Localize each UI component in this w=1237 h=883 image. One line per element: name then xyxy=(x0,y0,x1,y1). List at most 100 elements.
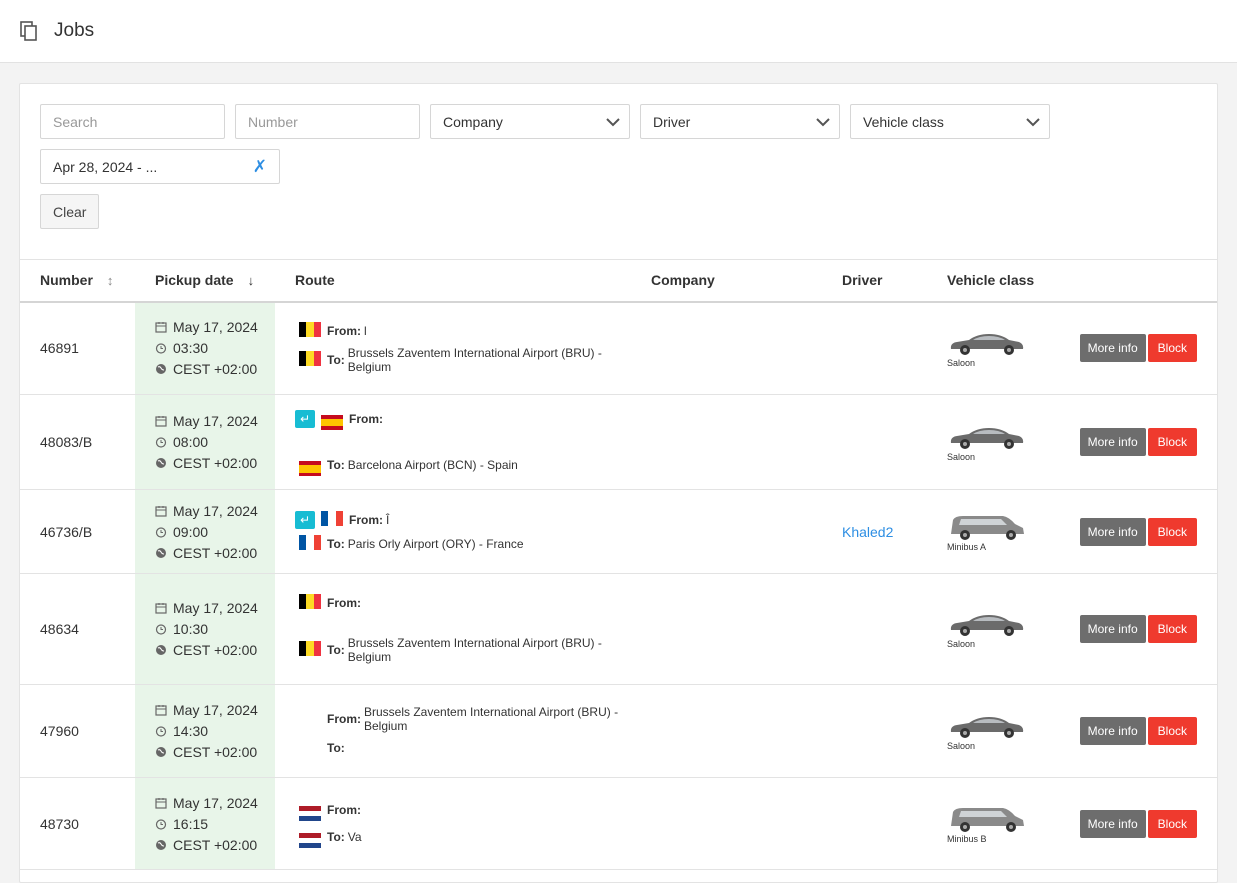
flag-be-icon xyxy=(299,351,321,367)
job-number: 48083/B xyxy=(20,394,135,490)
route-to: To: Brussels Zaventem International Airpo… xyxy=(295,346,631,374)
sort-icon[interactable]: ↕ xyxy=(107,273,114,288)
route-from: ↵ From: xyxy=(295,408,631,430)
vehicle-class-label: Saloon xyxy=(947,452,976,462)
block-button[interactable]: Block xyxy=(1147,428,1197,456)
column-driver: Driver xyxy=(822,259,927,303)
driver-cell: Khaled2 xyxy=(822,489,927,574)
column-number[interactable]: Number ↕ xyxy=(20,259,135,303)
route-to: To: Paris Orly Airport (ORY) - France xyxy=(295,534,631,553)
job-number: 47960 xyxy=(20,684,135,778)
calendar-icon xyxy=(155,704,167,716)
job-number: 48730 xyxy=(20,777,135,870)
jobs-table: Number ↕ Pickup date ↓ Route Company Drive… xyxy=(20,259,1217,870)
block-button[interactable]: Block xyxy=(1147,334,1197,363)
flag-be-icon xyxy=(299,594,321,609)
pickup-date: May 17, 2024 xyxy=(173,702,258,718)
pickup-time: 03:30 xyxy=(173,340,209,357)
from-label: From: xyxy=(327,803,361,817)
more-info-button[interactable]: More info xyxy=(1079,809,1146,838)
route-cell: From: To: Brussels Zaventem International… xyxy=(275,573,631,685)
route-from: ↵ From: Î xyxy=(295,510,631,529)
to-label: To: xyxy=(327,536,345,551)
actions-cell: More info Block xyxy=(1055,301,1217,395)
number-input[interactable] xyxy=(235,104,420,139)
to-address: Paris Orly Airport (ORY) - France xyxy=(347,536,524,551)
flag-fr-icon xyxy=(299,534,321,550)
date-range-value: Apr 28, 2024 - ... xyxy=(53,158,158,175)
job-number: 46736/B xyxy=(20,489,135,574)
filters: Company Driver Vehicle class Apr 28, 202… xyxy=(20,84,1217,229)
from-address: l xyxy=(364,324,367,339)
vehicle-class-cell: Saloon xyxy=(927,394,1055,490)
vehicle-class-cell: Saloon xyxy=(927,684,1055,778)
vehicle-class-label: Minibus B xyxy=(947,833,987,844)
from-label: From: xyxy=(327,596,361,610)
pickup-time: 16:15 xyxy=(173,815,209,832)
table-row: 48634 May 17, 2024 10:30 CEST +02:00 Fro… xyxy=(20,573,1217,685)
driver-cell xyxy=(822,573,927,685)
pickup-date: May 17, 2024 xyxy=(173,794,258,811)
globe-icon xyxy=(155,457,167,469)
company-select[interactable]: Company xyxy=(430,104,630,139)
pickup-time: 10:30 xyxy=(173,621,209,637)
globe-icon xyxy=(155,746,167,758)
pickup-date-cell: May 17, 2024 09:00 CEST +02:00 xyxy=(135,489,275,574)
pickup-time: 14:30 xyxy=(173,723,209,739)
driver-link[interactable]: Khaled2 xyxy=(842,524,893,540)
more-info-button[interactable]: More info xyxy=(1079,334,1146,363)
to-label: To: xyxy=(327,830,345,844)
block-button[interactable]: Block xyxy=(1147,517,1197,546)
driver-cell xyxy=(822,301,927,395)
actions-cell: More info Block xyxy=(1055,684,1217,778)
saloon-car-image xyxy=(950,334,1024,356)
more-info-button[interactable]: More info xyxy=(1079,717,1146,745)
block-button[interactable]: Block xyxy=(1147,809,1197,838)
flag-nl-icon xyxy=(299,832,321,848)
pickup-timezone: CEST +02:00 xyxy=(173,455,258,471)
jobs-card: Company Driver Vehicle class Apr 28, 202… xyxy=(19,83,1218,883)
table-row: 47960 May 17, 2024 14:30 CEST +02:00 Fro… xyxy=(20,684,1217,778)
from-label: From: xyxy=(327,712,361,726)
to-label: To: xyxy=(327,741,345,755)
to-label: To: xyxy=(327,458,345,473)
calendar-icon xyxy=(155,321,167,333)
more-info-button[interactable]: More info xyxy=(1079,517,1146,546)
block-button[interactable]: Block xyxy=(1147,615,1197,643)
return-trip-icon: ↵ xyxy=(295,409,315,428)
job-number: 46891 xyxy=(20,301,135,395)
pickup-timezone: CEST +02:00 xyxy=(173,642,258,658)
pickup-date: May 17, 2024 xyxy=(173,502,258,519)
pickup-date-cell: May 17, 2024 14:30 CEST +02:00 xyxy=(135,684,275,778)
flag-es-icon xyxy=(321,415,343,430)
route-cell: From: To: Va xyxy=(275,777,631,870)
block-button[interactable]: Block xyxy=(1147,717,1197,745)
driver-select-label: Driver xyxy=(653,113,691,130)
top-bar: Jobs xyxy=(0,0,1237,63)
clear-button[interactable]: Clear xyxy=(40,194,100,229)
sort-desc-icon[interactable]: ↓ xyxy=(248,273,255,288)
flag-be-icon xyxy=(299,641,321,656)
from-label: From: xyxy=(327,324,361,339)
vehicle-class-select[interactable]: Vehicle class xyxy=(850,104,1050,139)
column-actions xyxy=(1055,259,1217,303)
column-pickup-date[interactable]: Pickup date ↓ xyxy=(135,259,275,303)
column-vehicle-class: Vehicle class xyxy=(927,259,1055,303)
clear-date-icon[interactable]: ✗ xyxy=(253,157,267,177)
more-info-button[interactable]: More info xyxy=(1079,615,1146,643)
driver-select[interactable]: Driver xyxy=(640,104,840,139)
from-address: Brussels Zaventem International Airport … xyxy=(364,705,619,733)
globe-icon xyxy=(155,547,167,559)
column-company: Company xyxy=(631,259,822,303)
to-label: To: xyxy=(327,643,345,657)
clock-icon xyxy=(155,623,167,635)
company-cell xyxy=(631,394,822,490)
pickup-time: 08:00 xyxy=(173,434,209,450)
date-range-input[interactable]: Apr 28, 2024 - ... ✗ xyxy=(40,149,280,184)
more-info-button[interactable]: More info xyxy=(1079,428,1146,456)
to-address: Barcelona Airport (BCN) - Spain xyxy=(347,458,518,473)
from-label: From: xyxy=(349,411,383,426)
pickup-timezone: CEST +02:00 xyxy=(173,744,258,760)
search-input[interactable] xyxy=(40,104,225,139)
column-route: Route xyxy=(275,259,631,303)
